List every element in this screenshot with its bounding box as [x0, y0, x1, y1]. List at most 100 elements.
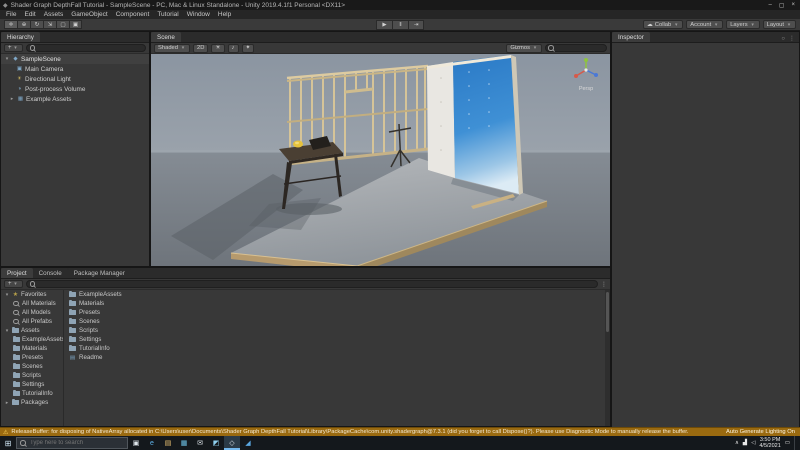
scene-orientation-gizmo[interactable]: Persp: [568, 57, 604, 92]
collab-dropdown[interactable]: ☁ Collab ▾: [643, 20, 684, 29]
menu-gameobject[interactable]: GameObject: [67, 10, 112, 19]
volume-icon[interactable]: ◁: [751, 440, 755, 446]
asset-settings[interactable]: Settings: [65, 335, 605, 344]
tree-assets[interactable]: ▾ Assets: [1, 326, 63, 335]
notifications-icon[interactable]: ▭: [785, 440, 790, 446]
transform-tool-button[interactable]: ▣: [69, 20, 82, 29]
rect-tool-button[interactable]: ▢: [56, 20, 69, 29]
menu-window[interactable]: Window: [183, 10, 214, 19]
start-button[interactable]: ⊞: [0, 436, 16, 450]
play-button[interactable]: ▶: [376, 19, 392, 30]
scene-lighting-toggle[interactable]: ☀: [211, 43, 225, 53]
asset-materials[interactable]: Materials: [65, 299, 605, 308]
tree-scripts[interactable]: Scripts: [1, 371, 63, 380]
minimize-button[interactable]: –: [768, 2, 771, 9]
close-button[interactable]: ×: [791, 2, 795, 9]
account-dropdown[interactable]: Account ▾: [686, 20, 724, 29]
menu-component[interactable]: Component: [112, 10, 154, 19]
menu-edit[interactable]: Edit: [20, 10, 39, 19]
clock-date: 4/5/2021: [759, 443, 781, 449]
tree-materials[interactable]: Materials: [1, 344, 63, 353]
tree-packages[interactable]: ▸ Packages: [1, 398, 63, 407]
auto-generate-lighting-label[interactable]: Auto Generate Lighting On: [726, 429, 797, 435]
show-desktop-button[interactable]: [794, 436, 796, 450]
hierarchy-item-example-assets[interactable]: ▸ ▦ Example Assets: [1, 94, 149, 104]
inspector-menu-icon[interactable]: ⋮: [789, 35, 795, 42]
tree-settings[interactable]: Settings: [1, 380, 63, 389]
project-menu-icon[interactable]: ⋮: [601, 281, 607, 288]
menu-file[interactable]: File: [2, 10, 20, 19]
menu-help[interactable]: Help: [214, 10, 235, 19]
2d-toggle[interactable]: 2D: [193, 43, 209, 53]
pause-button[interactable]: ‖: [392, 19, 408, 30]
photos-icon[interactable]: ◩: [208, 436, 224, 450]
tray-chevron-icon[interactable]: ∧: [735, 440, 739, 446]
tab-project[interactable]: Project: [1, 268, 33, 278]
unity-app-icon[interactable]: ◇: [224, 436, 240, 450]
hierarchy-search-input[interactable]: [25, 44, 146, 52]
step-button[interactable]: ⇥: [408, 19, 424, 30]
maximize-button[interactable]: ▢: [779, 2, 785, 9]
hierarchy-item-directional-light[interactable]: ☀ Directional Light: [1, 74, 149, 84]
projection-mode-label[interactable]: Persp: [568, 86, 604, 92]
move-tool-button[interactable]: ⊕: [17, 20, 30, 29]
windows-taskbar: ⊞ ▣ e ▤ ▦ ✉ ◩ ◇ ◢ ∧ ▟ ◁ 3:50 PM 4/5/2021…: [0, 436, 800, 450]
hierarchy-scene-row[interactable]: ▾ ◆ SampleScene: [1, 54, 149, 64]
console-status-message[interactable]: ReleaseBuffer: for disposing of NativeAr…: [11, 429, 723, 435]
tab-inspector[interactable]: Inspector: [612, 32, 650, 42]
tree-favorites[interactable]: ▾ ★ Favorites: [1, 290, 63, 299]
tree-presets[interactable]: Presets: [1, 353, 63, 362]
asset-presets[interactable]: Presets: [65, 308, 605, 317]
scale-tool-button[interactable]: ⇲: [43, 20, 56, 29]
hierarchy-item-main-camera[interactable]: ▣ Main Camera: [1, 64, 149, 74]
tree-exampleassets[interactable]: ExampleAssets: [1, 335, 63, 344]
gizmos-dropdown[interactable]: Gizmos ▾: [506, 43, 542, 53]
asset-tutorialinfo[interactable]: TutorialInfo: [65, 344, 605, 353]
taskbar-search[interactable]: [16, 437, 128, 449]
scene-search-input[interactable]: [545, 44, 607, 52]
tree-all-prefabs[interactable]: All Prefabs: [1, 317, 63, 326]
asset-exampleassets[interactable]: ExampleAssets: [65, 290, 605, 299]
scene-audio-toggle[interactable]: ♪: [227, 43, 239, 53]
tab-console[interactable]: Console: [32, 268, 68, 278]
scene-fx-toggle[interactable]: ✦: [241, 43, 255, 53]
tree-tutorialinfo[interactable]: TutorialInfo: [1, 389, 63, 398]
store-icon[interactable]: ▦: [176, 436, 192, 450]
inspector-lock-icon[interactable]: ○: [781, 36, 785, 42]
menu-tutorial[interactable]: Tutorial: [153, 10, 182, 19]
hierarchy-create-button[interactable]: + ▾: [4, 44, 23, 52]
tab-package-manager[interactable]: Package Manager: [67, 268, 131, 278]
shading-mode-dropdown[interactable]: Shaded ▾: [154, 43, 190, 53]
window-titlebar: ◆ Shader Graph DepthFall Tutorial - Samp…: [0, 0, 800, 10]
folder-icon: [69, 335, 76, 342]
tree-all-materials[interactable]: All Materials: [1, 299, 63, 308]
menu-assets[interactable]: Assets: [40, 10, 68, 19]
edge-icon[interactable]: e: [144, 436, 160, 450]
taskbar-clock[interactable]: 3:50 PM 4/5/2021: [759, 437, 780, 449]
project-search-input[interactable]: [25, 280, 598, 288]
tab-hierarchy[interactable]: Hierarchy: [1, 32, 40, 42]
project-scrollbar[interactable]: [605, 290, 610, 426]
tree-all-models[interactable]: All Models: [1, 308, 63, 317]
folder-icon: [69, 308, 76, 315]
asset-scripts[interactable]: Scripts: [65, 326, 605, 335]
editor-status-bar[interactable]: ⚠ ReleaseBuffer: for disposing of Native…: [0, 427, 800, 436]
file-explorer-icon[interactable]: ▤: [160, 436, 176, 450]
asset-scenes[interactable]: Scenes: [65, 317, 605, 326]
scene-canvas[interactable]: Persp: [151, 54, 610, 266]
hierarchy-item-postprocess-volume[interactable]: ◑ Post-process Volume: [1, 84, 149, 94]
folder-icon: [13, 380, 20, 387]
layers-dropdown[interactable]: Layers ▾: [726, 20, 760, 29]
taskbar-search-input[interactable]: [30, 440, 124, 446]
network-icon[interactable]: ▟: [743, 440, 747, 446]
task-view-icon[interactable]: ▣: [128, 436, 144, 450]
hand-tool-button[interactable]: ✛: [4, 20, 17, 29]
code-editor-icon[interactable]: ◢: [240, 436, 256, 450]
asset-readme[interactable]: ▤ Readme: [65, 353, 605, 362]
rotate-tool-button[interactable]: ↻: [30, 20, 43, 29]
project-create-button[interactable]: + ▾: [4, 280, 23, 288]
tab-scene[interactable]: Scene: [151, 32, 181, 42]
layout-dropdown[interactable]: Layout ▾: [762, 20, 796, 29]
tree-scenes[interactable]: Scenes: [1, 362, 63, 371]
mail-icon[interactable]: ✉: [192, 436, 208, 450]
